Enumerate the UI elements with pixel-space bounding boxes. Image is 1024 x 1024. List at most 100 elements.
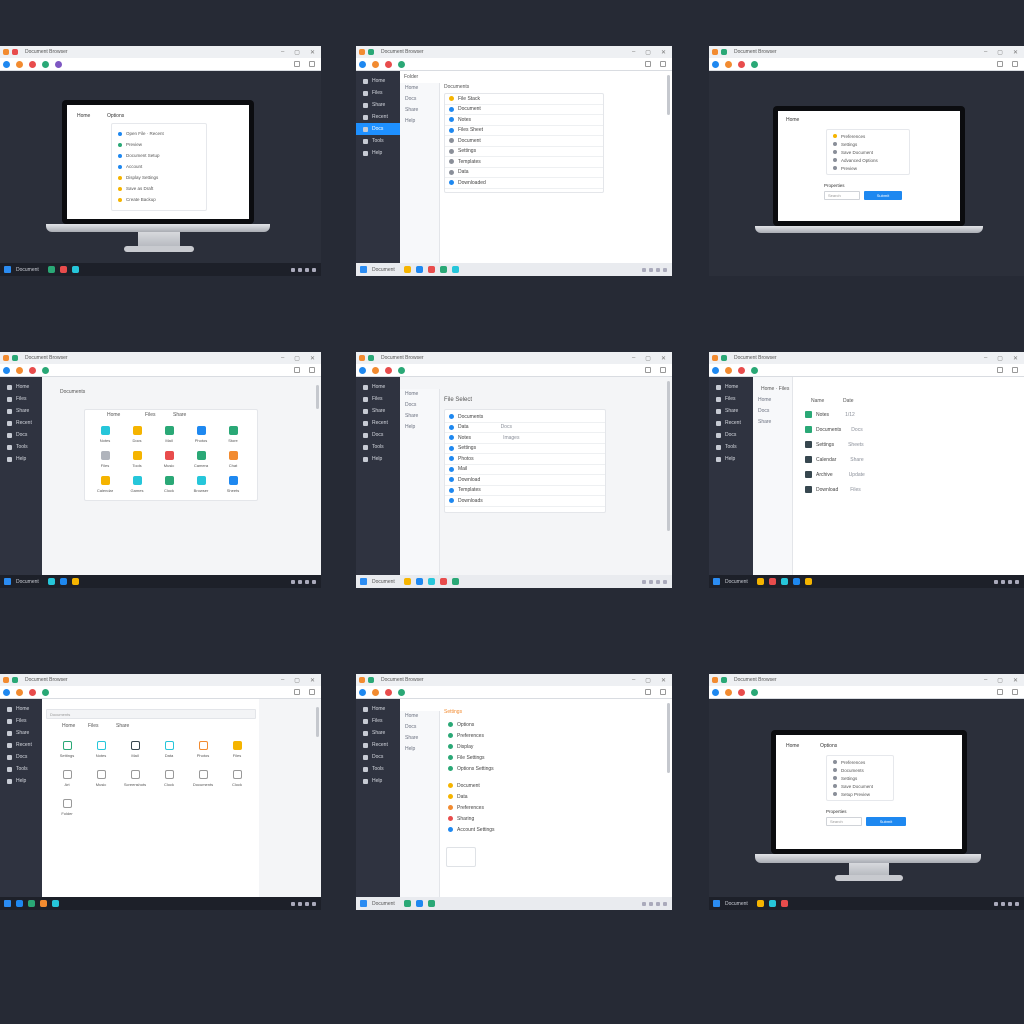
list-item[interactable]: Data — [445, 168, 603, 178]
subnav-item[interactable]: Home — [753, 395, 792, 406]
close-button[interactable]: ✕ — [310, 355, 315, 362]
list-item[interactable]: Preferences — [444, 802, 495, 813]
refresh-icon[interactable] — [385, 688, 392, 696]
app-tile[interactable]: Files — [89, 451, 121, 468]
list-item[interactable]: Options Settings — [444, 763, 495, 774]
sidebar-item[interactable]: Recent — [356, 739, 400, 751]
back-icon[interactable] — [359, 60, 366, 68]
sidebar-item[interactable]: Home — [356, 381, 400, 393]
subnav-item[interactable]: Docs — [400, 94, 439, 105]
home-icon[interactable] — [42, 688, 49, 696]
app-icon[interactable] — [28, 900, 35, 907]
home-icon[interactable] — [751, 366, 758, 374]
sidebar-item[interactable]: Docs — [356, 751, 400, 763]
sidebar-item[interactable]: Files — [709, 393, 753, 405]
subnav-item[interactable]: Docs — [400, 722, 439, 733]
scrollbar[interactable] — [667, 381, 670, 531]
refresh-icon[interactable] — [385, 60, 392, 68]
forward-icon[interactable] — [725, 688, 732, 696]
sidebar-item[interactable]: Share — [356, 99, 400, 111]
close-button[interactable]: ✕ — [310, 677, 315, 684]
app-icon[interactable] — [451, 266, 459, 273]
menu-icon[interactable] — [1012, 61, 1018, 67]
app-icon[interactable] — [439, 266, 447, 273]
refresh-icon[interactable] — [738, 688, 745, 696]
subnav-item[interactable]: Help — [400, 116, 439, 127]
sidebar-item[interactable]: Share — [0, 727, 42, 739]
tab-home[interactable]: Home — [77, 113, 90, 119]
app-icon[interactable] — [403, 578, 411, 585]
list-item[interactable]: File Settings — [444, 752, 495, 763]
app-icon[interactable] — [756, 900, 764, 907]
sidebar-item-active[interactable]: Docs — [356, 123, 400, 135]
list-item[interactable]: Notes — [445, 115, 603, 126]
refresh-icon[interactable] — [738, 366, 745, 374]
app-icon[interactable] — [59, 578, 67, 585]
settings-icon[interactable] — [294, 367, 300, 373]
minimize-button[interactable]: – — [984, 677, 987, 684]
menu-icon[interactable] — [309, 367, 315, 373]
subnav-item[interactable]: Share — [400, 733, 439, 744]
app-icon[interactable] — [415, 266, 423, 273]
app-icon[interactable] — [47, 578, 55, 585]
subnav-item[interactable]: Home — [400, 389, 439, 400]
list-item[interactable]: Templates — [445, 486, 605, 496]
menu-icon[interactable] — [1012, 367, 1018, 373]
app-icon[interactable] — [768, 578, 776, 585]
start-icon[interactable] — [713, 578, 720, 585]
app-tile[interactable]: Folder — [50, 799, 84, 816]
option-item[interactable]: Display Settings — [112, 172, 206, 183]
subnav-item[interactable]: Help — [400, 422, 439, 433]
app-tile[interactable]: Chat — [217, 451, 249, 468]
app-tile[interactable]: Calendar — [89, 476, 121, 493]
close-button[interactable]: ✕ — [661, 49, 666, 56]
list-item[interactable]: Downloaded — [445, 178, 603, 189]
forward-icon[interactable] — [725, 366, 732, 374]
scrollbar[interactable] — [316, 385, 319, 409]
sidebar-item[interactable]: Docs — [356, 429, 400, 441]
list-item[interactable]: Photos — [445, 454, 605, 465]
search-field[interactable]: Search — [824, 191, 860, 200]
back-icon[interactable] — [712, 366, 719, 374]
list-item[interactable]: Display — [444, 741, 495, 752]
table-row[interactable]: Notes 1/12 — [801, 407, 865, 422]
app-icon[interactable] — [415, 578, 423, 585]
home-icon[interactable] — [398, 688, 405, 696]
menu-icon[interactable] — [660, 689, 666, 695]
sidebar-item[interactable]: Home — [356, 75, 400, 87]
sidebar-item[interactable]: Files — [0, 715, 42, 727]
sidebar-item[interactable]: Recent — [356, 111, 400, 123]
list-item[interactable]: Files Sheet — [445, 126, 603, 136]
app-tile[interactable]: Clock — [152, 770, 186, 787]
app-tile[interactable]: Tools — [121, 451, 153, 468]
option-item[interactable]: Settings — [827, 774, 893, 782]
sidebar-item[interactable]: Tools — [356, 135, 400, 147]
sidebar-item[interactable]: Help — [356, 453, 400, 465]
app-icon[interactable] — [16, 900, 23, 907]
sidebar-item[interactable]: Files — [356, 393, 400, 405]
back-icon[interactable] — [712, 60, 719, 68]
back-icon[interactable] — [3, 366, 10, 374]
list-item[interactable]: Mail — [445, 465, 605, 475]
settings-icon[interactable] — [997, 689, 1003, 695]
scrollbar[interactable] — [316, 707, 319, 737]
app-icon[interactable] — [451, 578, 459, 585]
app-icon[interactable] — [59, 266, 67, 273]
forward-icon[interactable] — [725, 60, 732, 68]
minimize-button[interactable]: – — [632, 677, 635, 684]
forward-icon[interactable] — [16, 366, 23, 374]
start-icon[interactable] — [713, 900, 720, 907]
app-tile[interactable]: Settings — [50, 741, 84, 758]
forward-icon[interactable] — [16, 688, 23, 696]
sidebar-item[interactable]: Files — [356, 87, 400, 99]
option-item[interactable]: Preview — [827, 164, 909, 172]
app-tile[interactable]: Photos — [185, 426, 217, 443]
subnav-item[interactable]: Share — [400, 105, 439, 116]
app-tile[interactable]: Store — [217, 426, 249, 443]
menu-icon[interactable] — [309, 61, 315, 67]
search-bar[interactable]: Documents — [46, 709, 256, 719]
option-item[interactable]: Setup Preview — [827, 790, 893, 798]
table-row[interactable]: Documents Docs — [801, 422, 865, 437]
back-icon[interactable] — [3, 60, 10, 68]
app-tile[interactable]: Clock — [153, 476, 185, 493]
